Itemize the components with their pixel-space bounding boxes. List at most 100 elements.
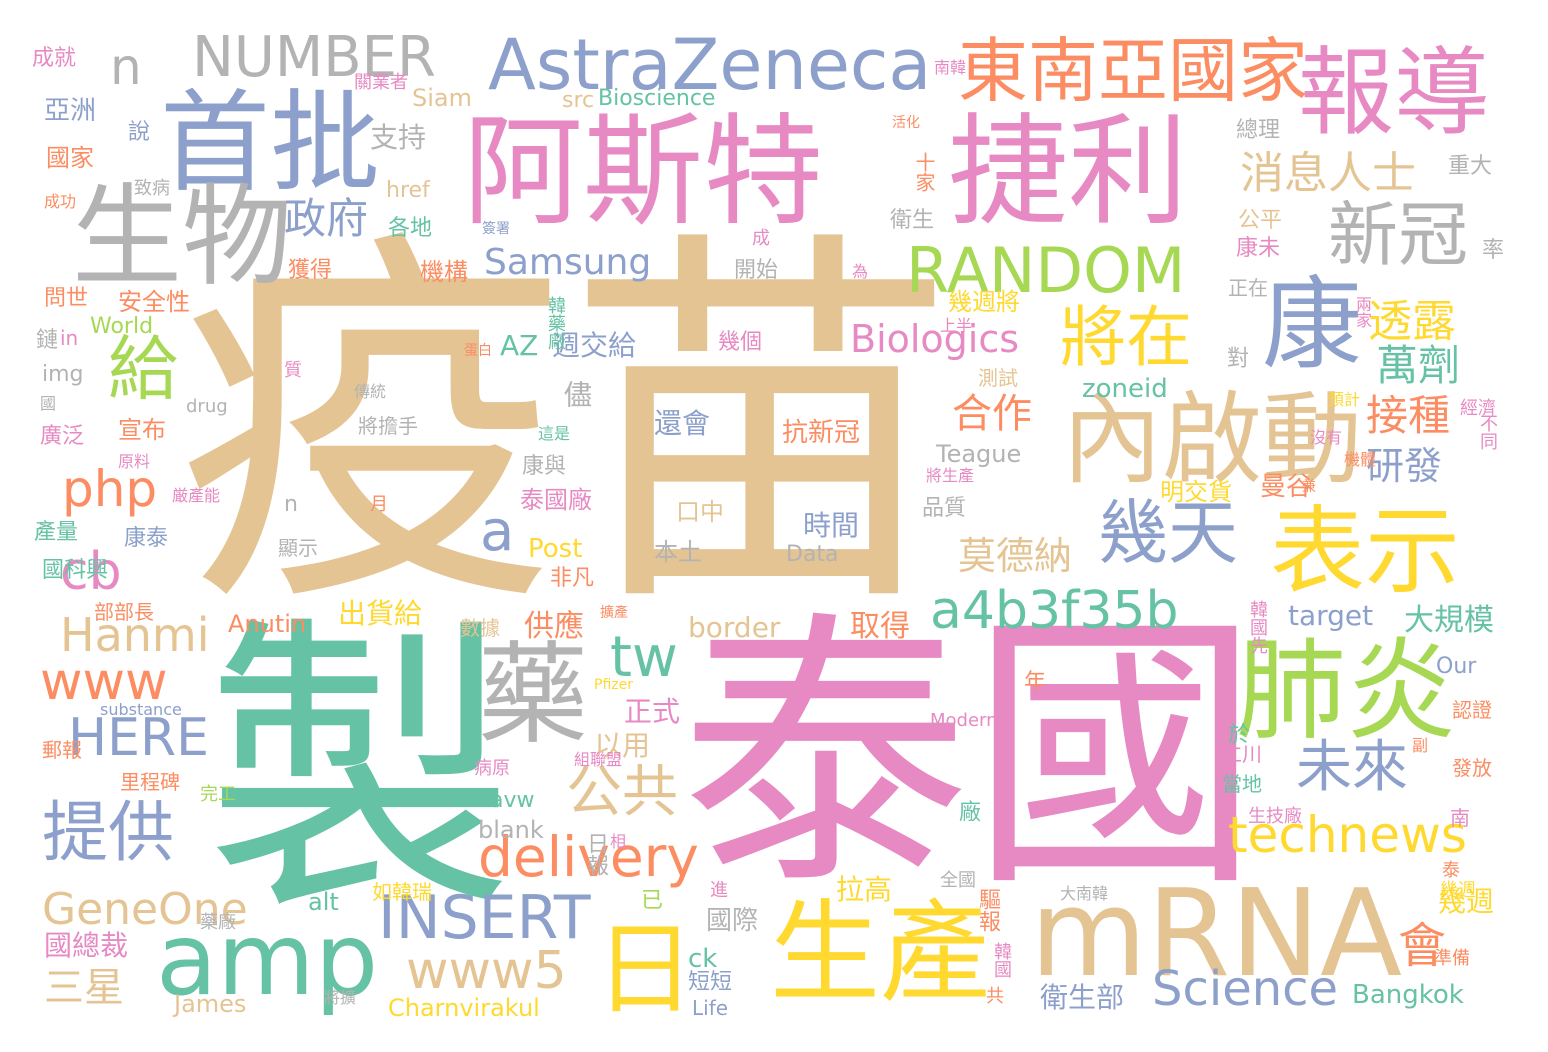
cloud-word: Post (528, 534, 583, 564)
cloud-word: 日 (595, 911, 695, 1028)
cloud-word: 抗新冠 (782, 418, 861, 448)
cloud-word: 為 (852, 262, 869, 281)
cloud-word: drug (186, 396, 228, 417)
cloud-word: 成就 (32, 46, 77, 71)
cloud-word: 已 (637, 888, 662, 910)
cloud-word: 開始 (734, 258, 779, 283)
cloud-word: 儘 (560, 380, 593, 408)
cloud-word: 機體 (1344, 450, 1377, 469)
cloud-word: 生技廠 (1248, 806, 1302, 827)
cloud-word: 預計 (1328, 390, 1361, 409)
cloud-word: 大南韓 (1060, 884, 1109, 903)
cloud-word: 正式 (624, 695, 681, 728)
cloud-word: 成 (752, 228, 770, 249)
cloud-word: 十家 (912, 152, 936, 192)
cloud-word: 仁川 (1222, 742, 1262, 766)
cloud-word: Siam (412, 84, 472, 112)
cloud-word: 拉高 (836, 873, 893, 906)
cloud-word: in (60, 326, 79, 350)
cloud-word: Our (1436, 654, 1477, 679)
cloud-word: Bioscience (598, 86, 716, 111)
cloud-word: 重大 (1448, 154, 1493, 179)
cloud-word: 蛋白 (464, 343, 492, 359)
cloud-word: 這是 (538, 424, 571, 443)
cloud-word: 新冠 (1328, 194, 1468, 276)
cloud-word: 合作 (952, 391, 1032, 437)
cloud-word: 組聯盟 (574, 750, 623, 769)
cloud-word: blank (478, 816, 544, 844)
cloud-word: www5 (406, 941, 567, 1001)
cloud-word: href (386, 178, 430, 203)
cloud-word: 對 (1223, 346, 1248, 368)
cloud-word: 南韓 (934, 58, 967, 77)
cloud-word: img (42, 362, 84, 387)
cloud-word: 明交貨 (1160, 478, 1232, 506)
cloud-word: 副 (1412, 736, 1429, 755)
cloud-word: 康 (1262, 266, 1362, 383)
cloud-word: 國際 (706, 906, 759, 936)
cloud-word: Science (1152, 961, 1339, 1017)
cloud-word: 日報 (583, 832, 608, 876)
cloud-word: 說 (128, 120, 151, 145)
cloud-word: AZ (500, 329, 539, 362)
cloud-word: 全國 (940, 870, 976, 891)
cloud-word: n (284, 492, 298, 517)
cloud-word: 兩家 (1353, 296, 1372, 328)
cloud-word: 生物 (72, 173, 292, 301)
cloud-word: 給 (108, 328, 178, 410)
word-cloud: 疫苗製泰國 阿斯特 捷利 首批 生物 AstraZeneca NUMBER n 東南亞國家 報導康… (0, 0, 1548, 1052)
cloud-word: 各地 (388, 216, 433, 241)
cloud-word: 接種 (1366, 391, 1451, 440)
cloud-word: 病原 (474, 758, 510, 779)
cloud-word: 率 (1482, 238, 1505, 263)
cloud-word: 消息人士 (1240, 148, 1416, 199)
cloud-word: 總理 (1236, 118, 1281, 143)
cloud-word: 簽署 (482, 221, 510, 237)
cloud-word: 上半 (940, 316, 973, 335)
cloud-word: 郵報 (42, 738, 82, 762)
cloud-word: alt (308, 888, 339, 916)
cloud-word: 藥廠 (200, 912, 236, 933)
cloud-word: 供應 (524, 609, 584, 644)
cloud-word: 將擔手 (358, 414, 418, 438)
cloud-word: Charnvirakul (388, 994, 540, 1022)
cloud-word: Life (692, 996, 729, 1020)
cloud-word: 沒有 (1310, 428, 1343, 447)
cloud-word: 口中 (676, 498, 724, 526)
cloud-word: 將生產 (926, 466, 975, 485)
cloud-word: target (1288, 599, 1374, 632)
cloud-word: 公平 (1238, 208, 1283, 233)
cloud-word: 擴產 (600, 605, 628, 621)
cloud-word: 獲得 (288, 258, 333, 283)
cloud-word: World (90, 314, 154, 339)
cloud-word: 取得 (850, 609, 910, 644)
cloud-word: 部部長 (94, 600, 154, 624)
cloud-word: 康未 (1236, 236, 1281, 261)
cloud-word: 韓藥廠 (545, 296, 566, 350)
cloud-word: 正在 (1228, 276, 1268, 300)
cloud-word: 捷利 (948, 103, 1188, 242)
cloud-word: 將擴 (324, 988, 357, 1007)
cloud-word: 鏈 (36, 328, 59, 353)
cloud-word: border (688, 611, 781, 644)
cloud-word: 成功 (44, 192, 77, 211)
cloud-word: 韓國先 (1247, 600, 1268, 654)
cloud-word: 報導 (1298, 37, 1490, 149)
cloud-word: 共 (986, 986, 1004, 1007)
cloud-word: 認證 (1452, 698, 1492, 722)
cloud-word: 時間 (803, 509, 860, 542)
cloud-word: 質 (284, 360, 302, 381)
cloud-word: HERE (68, 708, 209, 768)
cloud-word: 非凡 (550, 566, 595, 591)
cloud-word: 衛生 (890, 208, 935, 233)
cloud-word: 泰國 (680, 588, 1260, 925)
cloud-word: 機構 (420, 258, 468, 286)
cloud-word: 未來 (1296, 735, 1408, 800)
cloud-word: 生產 (770, 889, 990, 1017)
cloud-word: 東南亞國家 (958, 30, 1308, 112)
cloud-word: 藥 (478, 631, 588, 759)
cloud-word: Teague (936, 440, 1022, 468)
cloud-word: Samsung (484, 242, 652, 283)
cloud-word: Biologics (850, 317, 1020, 361)
cloud-word: James (174, 990, 247, 1018)
